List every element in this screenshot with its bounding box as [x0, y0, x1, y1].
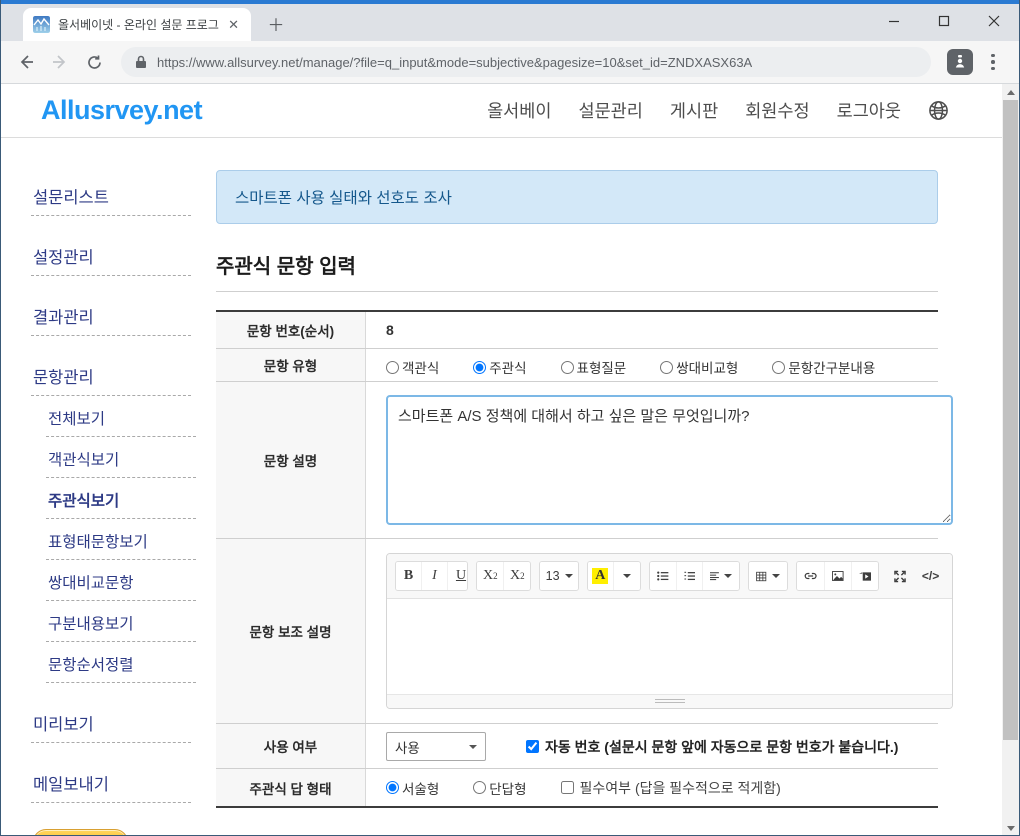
favicon-chart-icon — [33, 16, 50, 33]
sidebar-item-view-all[interactable]: 전체보기 — [46, 403, 196, 437]
bold-icon[interactable]: B — [396, 562, 422, 590]
sidebar-item-view-table-type[interactable]: 표형태문항보기 — [46, 526, 196, 560]
superscript-icon[interactable]: X2 — [477, 562, 504, 590]
site-nav: 올서베이 설문관리 게시판 회원수정 로그아웃 — [487, 98, 949, 123]
radio-section-content[interactable]: 문항간구분내용 — [772, 357, 875, 377]
video-icon[interactable] — [852, 562, 878, 590]
ordered-list-icon[interactable] — [677, 562, 704, 590]
back-icon[interactable] — [11, 47, 41, 77]
paragraph-align-icon[interactable] — [703, 562, 739, 590]
row-question-type: 문항 유형 객관식 주관식 표형질문 쌍대 — [216, 349, 938, 382]
sidebar-item-questions[interactable]: 문항관리 — [31, 360, 191, 396]
close-icon[interactable] — [969, 4, 1019, 37]
question-form: 문항 번호(순서) 8 문항 유형 객관식 주관식 — [216, 310, 938, 808]
font-color-dropdown-icon[interactable] — [614, 562, 640, 590]
row-question-description: 문항 설명 스마트폰 A/S 정책에 대해서 하고 싶은 말은 무엇입니까? — [216, 382, 938, 539]
scrollbar-thumb[interactable] — [1003, 100, 1018, 740]
auto-number-checkbox[interactable]: 자동 번호 (설문시 문항 앞에 자동으로 문항 번호가 붙습니다.) — [526, 737, 898, 757]
picture-icon[interactable] — [825, 562, 852, 590]
new-tab-icon[interactable]: ＋ — [263, 10, 289, 36]
row-aux-description: 문항 보조 설명 B I U X2 X2 — [216, 539, 938, 724]
font-color-icon[interactable]: A — [588, 562, 614, 590]
site-logo[interactable]: Allusrvey.net — [41, 95, 202, 126]
sidebar-item-view-subjective[interactable]: 주관식보기 — [46, 485, 196, 519]
scroll-down-icon[interactable] — [1002, 820, 1019, 836]
radio-pairwise[interactable]: 쌍대비교형 — [660, 357, 738, 377]
subscript-icon[interactable]: X2 — [504, 562, 530, 590]
refresh-icon[interactable] — [79, 47, 109, 77]
globe-icon[interactable] — [928, 100, 949, 121]
table-icon[interactable] — [749, 562, 786, 590]
sidebar-item-survey-list[interactable]: 설문리스트 — [31, 180, 191, 216]
underline-icon[interactable]: U — [448, 562, 468, 590]
editor-toolbar: B I U X2 X2 13 — [387, 554, 952, 599]
codeview-icon[interactable]: </> — [917, 562, 944, 590]
title-divider — [216, 291, 938, 292]
sidebar-item-question-order[interactable]: 문항순서정렬 — [46, 649, 196, 683]
question-number-value: 8 — [386, 322, 394, 338]
use-status-select[interactable]: 사용 — [386, 732, 486, 761]
sidebar-item-preview[interactable]: 미리보기 — [31, 707, 191, 743]
sidebar-item-settings[interactable]: 설정관리 — [31, 240, 191, 276]
tab-close-icon[interactable]: ✕ — [224, 17, 243, 33]
browser-window: 올서베이넷 - 온라인 설문 프로그 ✕ ＋ — [0, 0, 1020, 836]
page-title: 주관식 문항 입력 — [216, 250, 938, 279]
padlock-icon — [135, 55, 147, 69]
aux-description-label: 문항 보조 설명 — [216, 539, 366, 723]
required-checkbox[interactable]: 필수여부 (답을 필수적으로 적게함) — [561, 778, 781, 798]
nav-item-allsurvey[interactable]: 올서베이 — [487, 98, 551, 123]
browser-toolbar: https://www.allsurvey.net/manage/?file=q… — [1, 41, 1019, 84]
tab-title: 올서베이넷 - 온라인 설문 프로그 — [58, 16, 224, 33]
nav-item-edit-member[interactable]: 회원수정 — [745, 98, 809, 123]
answer-type-label: 주관식 답 형태 — [216, 769, 366, 806]
radio-subjective[interactable]: 주관식 — [473, 357, 526, 377]
rich-text-editor: B I U X2 X2 13 — [386, 553, 953, 709]
sidebar-item-pairwise[interactable]: 쌍대비교문항 — [46, 567, 196, 601]
browser-tab[interactable]: 올서베이넷 - 온라인 설문 프로그 ✕ — [23, 8, 251, 41]
link-icon[interactable] — [797, 562, 825, 590]
scroll-up-icon[interactable] — [1002, 84, 1019, 100]
aux-description-input[interactable] — [387, 599, 952, 694]
unordered-list-icon[interactable] — [650, 562, 677, 590]
use-status-label: 사용 여부 — [216, 724, 366, 768]
sidebar: 설문리스트 설정관리 결과관리 문항관리 전체보기 객관식보기 주관식보기 표형… — [31, 180, 203, 836]
minimize-icon[interactable] — [869, 4, 919, 37]
font-size-dropdown[interactable]: 13 — [540, 562, 577, 590]
url-text: https://www.allsurvey.net/manage/?file=q… — [157, 55, 752, 70]
sidebar-item-results[interactable]: 결과관리 — [31, 300, 191, 336]
sidebar-item-view-section[interactable]: 구분내용보기 — [46, 608, 196, 642]
italic-icon[interactable]: I — [422, 562, 448, 590]
profile-icon[interactable] — [947, 49, 973, 75]
radio-table-question[interactable]: 표형질문 — [561, 357, 627, 377]
nav-item-survey-manage[interactable]: 설문관리 — [578, 98, 642, 123]
question-number-label: 문항 번호(순서) — [216, 312, 366, 348]
radio-objective[interactable]: 객관식 — [386, 357, 439, 377]
tab-strip: 올서베이넷 - 온라인 설문 프로그 ✕ ＋ — [1, 4, 1019, 41]
maximize-icon[interactable] — [919, 4, 969, 37]
menu-dots-icon[interactable] — [981, 54, 1005, 71]
row-question-number: 문항 번호(순서) 8 — [216, 312, 938, 349]
question-type-label: 문항 유형 — [216, 349, 366, 381]
forward-icon[interactable] — [45, 47, 75, 77]
main-panel: 스마트폰 사용 실태와 선호도 조사 주관식 문항 입력 문항 번호(순서) 8… — [216, 170, 938, 836]
row-answer-type: 주관식 답 형태 서술형 단답형 필수여부 (답을 필수적으로 적게함) — [216, 769, 938, 806]
page-scrollbar[interactable] — [1002, 84, 1019, 836]
address-bar[interactable]: https://www.allsurvey.net/manage/?file=q… — [121, 47, 931, 77]
nav-item-logout[interactable]: 로그아웃 — [837, 98, 901, 123]
survey-title-banner: 스마트폰 사용 실태와 선호도 조사 — [216, 170, 938, 224]
page-content: Allusrvey.net 올서베이 설문관리 게시판 회원수정 로그아웃 — [1, 84, 1019, 836]
question-description-label: 문항 설명 — [216, 382, 366, 538]
site-header: Allusrvey.net 올서베이 설문관리 게시판 회원수정 로그아웃 — [1, 84, 1019, 138]
nav-item-board[interactable]: 게시판 — [670, 98, 718, 123]
row-use-status: 사용 여부 사용 자동 번호 (설문시 문항 앞에 자동으로 문항 번호가 붙습… — [216, 724, 938, 769]
question-description-input[interactable]: 스마트폰 A/S 정책에 대해서 하고 싶은 말은 무엇입니까? — [386, 395, 953, 525]
donate-button[interactable]: Donate — [33, 829, 128, 836]
sidebar-item-view-objective[interactable]: 객관식보기 — [46, 444, 196, 478]
fullscreen-icon[interactable] — [887, 562, 913, 590]
sidebar-item-send-mail[interactable]: 메일보내기 — [31, 767, 191, 803]
window-controls — [869, 4, 1019, 37]
editor-resize-grip[interactable] — [387, 694, 952, 708]
radio-short-answer-type[interactable]: 단답형 — [473, 778, 526, 798]
radio-essay-type[interactable]: 서술형 — [386, 778, 439, 798]
